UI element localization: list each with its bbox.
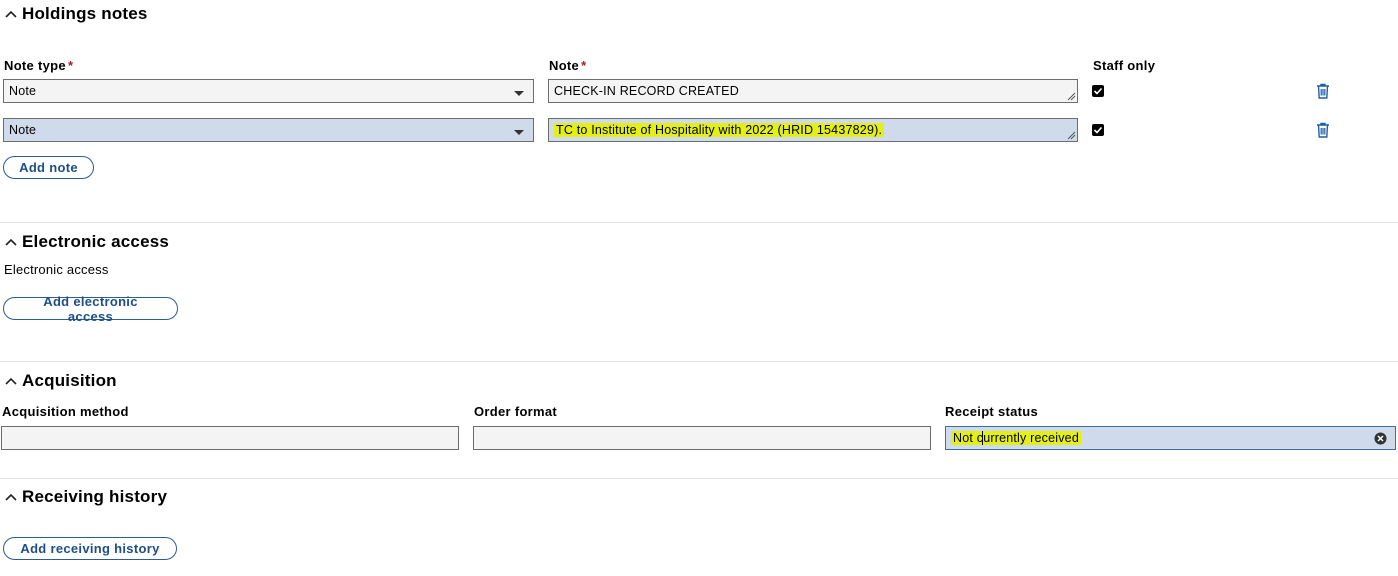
staff-only-checkbox[interactable] (1092, 85, 1104, 97)
electronic-access-empty-text: Electronic access (4, 262, 109, 277)
section-title: Acquisition (22, 371, 117, 390)
chevron-up-icon (5, 238, 17, 246)
required-mark: * (67, 58, 74, 73)
acquisition-method-input[interactable] (1, 426, 459, 450)
note-textarea[interactable]: CHECK-IN RECORD CREATED (548, 79, 1078, 103)
electronic-access-header[interactable]: Electronic access (4, 232, 169, 252)
acquisition-header[interactable]: Acquisition (4, 371, 117, 391)
note-type-label: Note type * (4, 58, 74, 73)
section-title: Receiving history (22, 487, 168, 506)
note-textarea[interactable]: TC to Institute of Hospitality with 2022… (548, 118, 1078, 142)
resize-handle-icon[interactable] (1067, 92, 1076, 101)
staff-only-checkbox[interactable] (1092, 124, 1104, 136)
note-type-select[interactable]: Note (3, 118, 534, 142)
holdings-notes-header[interactable]: Holdings notes (4, 4, 148, 24)
caret-down-icon (514, 130, 524, 135)
chevron-up-icon (5, 377, 17, 385)
section-title: Holdings notes (22, 4, 148, 23)
note-type-select[interactable]: Note (3, 79, 534, 103)
order-format-input[interactable] (473, 426, 931, 450)
add-receiving-history-button[interactable]: Add receiving history (3, 537, 177, 560)
trash-icon[interactable] (1316, 83, 1330, 99)
order-format-label: Order format (474, 404, 558, 419)
receipt-status-value: Not currently received (951, 430, 1081, 446)
checkmark-icon (1093, 126, 1103, 134)
receipt-status-label: Receipt status (945, 404, 1039, 419)
add-note-button[interactable]: Add note (3, 156, 94, 179)
section-title: Electronic access (22, 232, 170, 251)
acquisition-method-label: Acquisition method (2, 404, 129, 419)
divider (0, 222, 1398, 223)
resize-handle-icon[interactable] (1067, 131, 1076, 140)
add-electronic-access-button[interactable]: Add electronic access (3, 294, 178, 324)
clear-icon[interactable] (1374, 432, 1387, 445)
divider (0, 478, 1398, 479)
trash-icon[interactable] (1316, 122, 1330, 138)
chevron-up-icon (5, 10, 17, 18)
caret-down-icon (514, 91, 524, 96)
divider (0, 361, 1398, 362)
required-mark: * (581, 58, 587, 73)
chevron-up-icon (5, 493, 17, 501)
staff-only-label: Staff only (1093, 58, 1156, 73)
note-label: Note * (549, 58, 587, 73)
receiving-history-header[interactable]: Receiving history (4, 487, 167, 507)
receipt-status-input[interactable]: Not currently received (945, 426, 1396, 450)
checkmark-icon (1093, 87, 1103, 95)
